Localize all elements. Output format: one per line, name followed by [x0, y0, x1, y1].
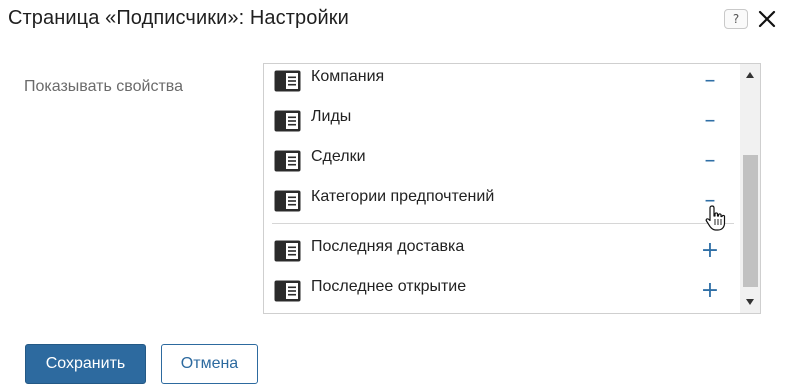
properties-list[interactable]: Компания – Лиды – Сделки – Категории пре… — [263, 63, 761, 314]
remove-property-button[interactable]: – — [699, 70, 721, 92]
property-row: Лиды – — [264, 104, 739, 144]
property-row: Сделки – — [264, 144, 739, 184]
property-card-icon — [274, 110, 301, 132]
section-divider — [272, 223, 734, 224]
dialog-title: Страница «Подписчики»: Настройки — [8, 7, 349, 29]
remove-property-button[interactable]: – — [699, 110, 721, 132]
save-button[interactable]: Сохранить — [25, 344, 146, 384]
help-icon: ? — [732, 12, 740, 26]
arrow-down-icon — [746, 299, 754, 305]
add-property-button[interactable]: + — [699, 240, 721, 262]
list-scrollbar[interactable] — [740, 64, 760, 313]
scroll-down-button[interactable] — [740, 293, 760, 311]
property-card-icon — [274, 70, 301, 92]
help-button[interactable]: ? — [724, 9, 748, 29]
add-property-button[interactable]: + — [699, 280, 721, 302]
scroll-up-button[interactable] — [740, 66, 760, 84]
property-label: Лиды — [311, 108, 352, 125]
property-card-icon — [274, 150, 301, 172]
scroll-thumb[interactable] — [743, 155, 758, 287]
remove-property-button[interactable]: – — [699, 150, 721, 172]
close-icon — [758, 10, 776, 28]
property-label: Последняя доставка — [311, 238, 465, 255]
property-row: Последнее открытие + — [264, 274, 739, 313]
property-card-icon — [274, 280, 301, 302]
property-card-icon — [274, 240, 301, 262]
property-label: Категории предпочтений — [311, 188, 495, 205]
arrow-up-icon — [746, 72, 754, 78]
show-properties-label: Показывать свойства — [24, 78, 183, 95]
close-button[interactable] — [757, 8, 777, 30]
property-row: Последняя доставка + — [264, 234, 739, 274]
property-label: Последнее открытие — [311, 278, 467, 295]
properties-rows: Компания – Лиды – Сделки – Категории пре… — [264, 64, 739, 313]
remove-property-button[interactable]: – — [699, 190, 721, 212]
property-row: Компания – — [264, 64, 739, 104]
property-label: Компания — [311, 68, 385, 85]
property-label: Сделки — [311, 148, 366, 165]
property-card-icon — [274, 190, 301, 212]
property-row: Категории предпочтений – — [264, 184, 739, 224]
cancel-button[interactable]: Отмена — [161, 344, 258, 384]
